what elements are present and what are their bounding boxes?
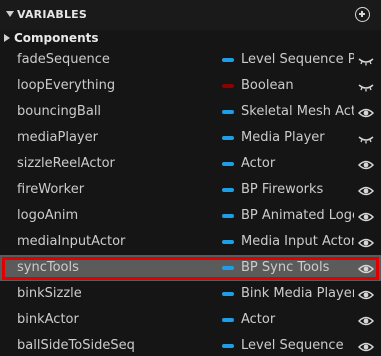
variable-name: binkActor <box>17 312 79 327</box>
variable-type[interactable]: Media Input Actor <box>241 234 354 249</box>
variable-type[interactable]: Boolean <box>241 78 354 93</box>
variable-type[interactable]: Skeletal Mesh Acto <box>241 104 354 119</box>
expand-triangle-icon[interactable] <box>4 34 10 42</box>
eye-open-icon[interactable] <box>357 209 375 223</box>
eye-closed-icon[interactable] <box>358 53 374 67</box>
eye-open-icon[interactable] <box>357 183 375 197</box>
variable-name: mediaInputActor <box>17 234 126 249</box>
variable-name: fadeSequence <box>17 52 110 67</box>
variable-type[interactable]: Level Sequence <box>241 338 354 353</box>
highlight-annotation <box>2 257 379 280</box>
collapse-caret-icon[interactable] <box>6 11 14 17</box>
variable-row[interactable]: binkActor Actor <box>0 307 381 333</box>
variable-row[interactable]: sizzleReelActor Actor <box>0 151 381 177</box>
variable-row[interactable]: loopEverything Boolean <box>0 73 381 99</box>
type-pin-icon[interactable] <box>222 318 234 322</box>
variable-name: sizzleReelActor <box>17 156 115 171</box>
variable-row[interactable]: bouncingBall Skeletal Mesh Acto <box>0 99 381 125</box>
variable-row[interactable]: ballSideToSideSeq Level Sequence <box>0 333 381 356</box>
variable-type[interactable]: Actor <box>241 156 354 171</box>
eye-closed-icon[interactable] <box>358 131 374 145</box>
type-pin-icon[interactable] <box>222 292 234 296</box>
variable-name: logoAnim <box>17 208 79 223</box>
variable-row[interactable]: mediaInputActor Media Input Actor <box>0 229 381 255</box>
category-components[interactable]: Components <box>0 30 381 47</box>
type-pin-icon[interactable] <box>222 214 234 218</box>
variables-section-header[interactable]: VARIABLES <box>0 0 381 30</box>
type-pin-icon[interactable] <box>222 58 234 62</box>
add-variable-icon[interactable] <box>355 7 370 22</box>
variable-type[interactable]: Media Player <box>241 130 354 145</box>
variable-name: ballSideToSideSeq <box>17 338 135 353</box>
variable-type[interactable]: Level Sequence Pla <box>241 52 354 67</box>
eye-open-icon[interactable] <box>357 339 375 353</box>
eye-open-icon[interactable] <box>357 313 375 327</box>
variable-type[interactable]: Actor <box>241 312 354 327</box>
type-pin-icon[interactable] <box>222 344 234 348</box>
variable-type[interactable]: BP Fireworks <box>241 182 354 197</box>
type-pin-icon[interactable] <box>222 162 234 166</box>
type-pin-icon[interactable] <box>222 240 234 244</box>
section-title: VARIABLES <box>17 8 87 21</box>
category-label: Components <box>14 31 99 45</box>
variable-row[interactable]: mediaPlayer Media Player <box>0 125 381 151</box>
variable-type[interactable]: Bink Media Player <box>241 286 354 301</box>
variable-name: fireWorker <box>17 182 85 197</box>
eye-closed-icon[interactable] <box>358 79 374 93</box>
type-pin-icon[interactable] <box>222 110 234 114</box>
type-pin-icon[interactable] <box>222 188 234 192</box>
type-pin-icon[interactable] <box>222 84 234 88</box>
eye-open-icon[interactable] <box>357 235 375 249</box>
variable-row[interactable]: fadeSequence Level Sequence Pla <box>0 47 381 73</box>
variable-row[interactable]: logoAnim BP Animated Logo <box>0 203 381 229</box>
variable-type[interactable]: BP Animated Logo <box>241 208 354 223</box>
variable-name: mediaPlayer <box>17 130 98 145</box>
variable-row[interactable]: binkSizzle Bink Media Player <box>0 281 381 307</box>
variable-name: loopEverything <box>17 78 116 93</box>
variable-name: bouncingBall <box>17 104 102 119</box>
eye-open-icon[interactable] <box>357 105 375 119</box>
variable-name: binkSizzle <box>17 286 82 301</box>
type-pin-icon[interactable] <box>222 136 234 140</box>
variable-row[interactable]: fireWorker BP Fireworks <box>0 177 381 203</box>
eye-open-icon[interactable] <box>357 157 375 171</box>
variables-panel: VARIABLES Components fadeSequence Level S… <box>0 0 381 356</box>
eye-open-icon[interactable] <box>357 287 375 301</box>
